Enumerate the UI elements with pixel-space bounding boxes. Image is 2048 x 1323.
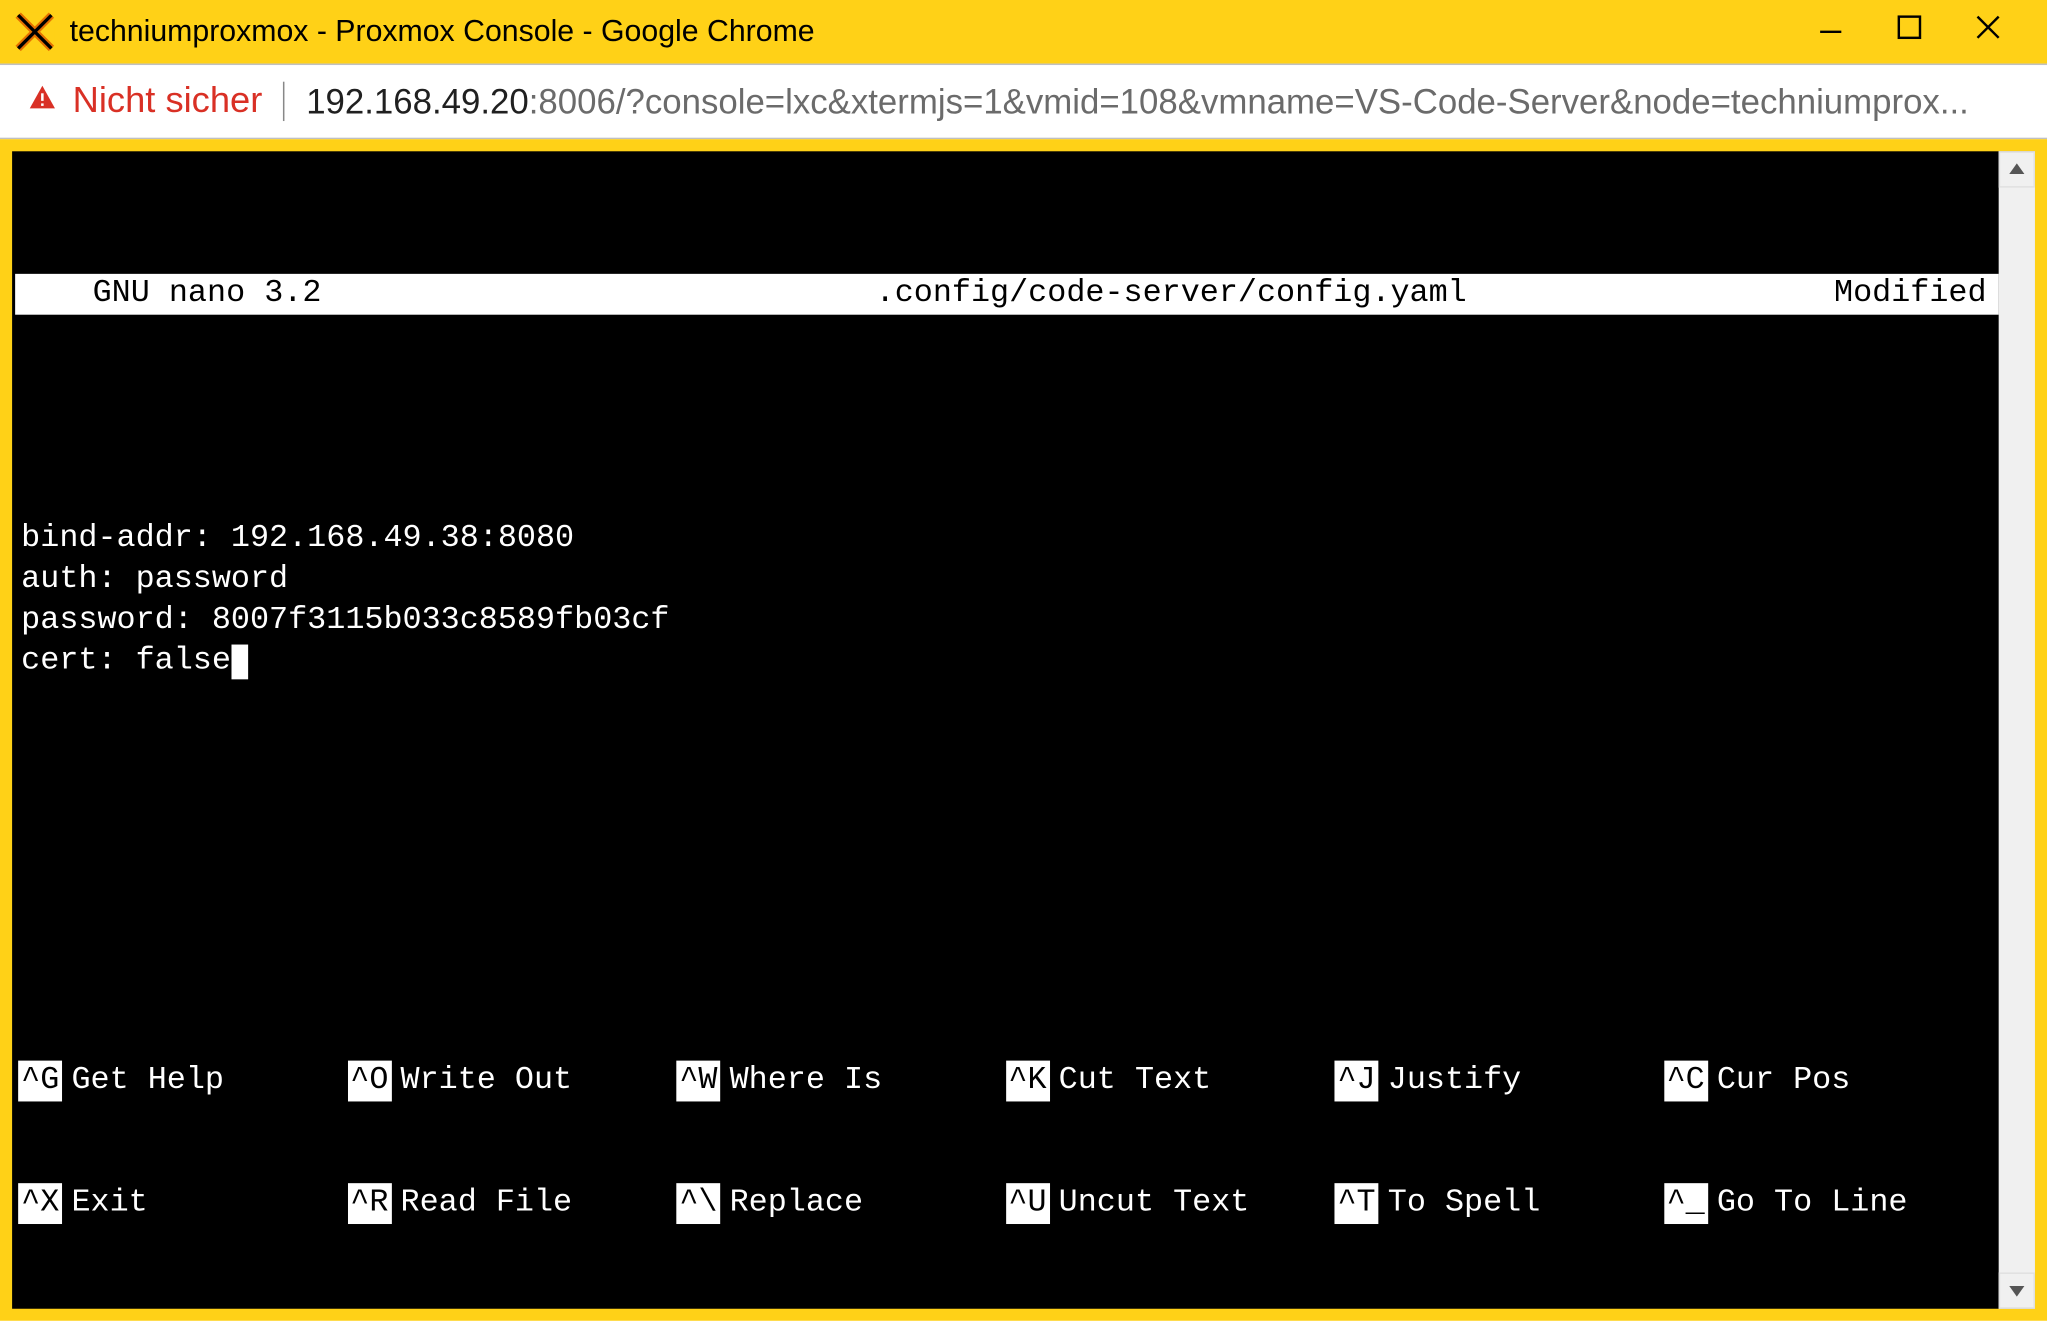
nano-shortcut-key: ^O [347,1061,391,1102]
insecure-icon [27,83,57,119]
editor-line: cert: false [21,642,1992,683]
text-cursor [231,645,248,680]
nano-shortcut-label: Uncut Text [1059,1183,1250,1224]
nano-shortcut-key: ^R [347,1183,391,1224]
scroll-down-icon[interactable] [1999,1272,2035,1308]
proxmox-icon [15,12,54,51]
nano-modified-status: Modified [1834,274,1996,315]
nano-shortcut-key: ^X [18,1183,62,1224]
nano-shortcut: ^JJustify [1334,1061,1663,1102]
nano-shortcut: ^_Go To Line [1664,1183,1993,1224]
nano-editor-body[interactable]: bind-addr: 192.168.49.38:8080auth: passw… [15,519,1999,682]
nano-shortcut-key: ^\ [676,1183,720,1224]
window-close-icon[interactable] [1974,14,2001,50]
nano-shortcut: ^RRead File [347,1183,676,1224]
address-bar[interactable]: Nicht sicher 192.168.49.20:8006/?console… [0,64,2047,140]
nano-shortcut: ^KCut Text [1005,1061,1334,1102]
editor-line: auth: password [21,560,1992,601]
terminal-scrollbar[interactable] [1999,151,2035,1308]
nano-shortcut-label: Exit [71,1183,147,1224]
url-host: 192.168.49.20 [306,81,529,120]
nano-shortcut-key: ^G [18,1061,62,1102]
nano-shortcut-key: ^U [1005,1183,1049,1224]
nano-shortcut-label: Read File [401,1183,573,1224]
security-status-text: Nicht sicher [73,80,263,122]
url-port: :8006 [529,81,616,120]
nano-shortcut-key: ^T [1334,1183,1378,1224]
scroll-up-icon[interactable] [1999,151,2035,187]
editor-line: bind-addr: 192.168.49.38:8080 [21,519,1992,560]
nano-shortcut-label: Go To Line [1717,1183,1908,1224]
url-text[interactable]: 192.168.49.20:8006/?console=lxc&xtermjs=… [306,81,2029,122]
nano-shortcut-label: Cut Text [1059,1061,1212,1102]
nano-shortcut: ^TTo Spell [1334,1183,1663,1224]
window-title: techniumproxmox - Proxmox Console - Goog… [70,14,1796,49]
nano-shortcut-label: To Spell [1388,1183,1541,1224]
nano-shortcut-label: Replace [730,1183,863,1224]
editor-line: password: 8007f3115b033c8589fb03cf [21,601,1992,642]
nano-shortcut: ^OWrite Out [347,1061,676,1102]
nano-shortcut: ^GGet Help [18,1061,347,1102]
nano-shortcut-label: Where Is [730,1061,883,1102]
nano-shortcut: ^UUncut Text [1005,1183,1334,1224]
window-titlebar: techniumproxmox - Proxmox Console - Goog… [0,0,2047,64]
nano-shortcut-label: Cur Pos [1717,1061,1850,1102]
window-minimize-icon[interactable] [1817,14,1844,50]
nano-shortcut-key: ^C [1664,1061,1708,1102]
nano-shortcut-label: Write Out [401,1061,573,1102]
nano-shortcut-key: ^W [676,1061,720,1102]
nano-shortcut: ^\Replace [676,1183,1005,1224]
nano-shortcut-key: ^K [1005,1061,1049,1102]
url-path: /?console=lxc&xtermjs=1&vmid=108&vmname=… [616,81,1969,120]
divider [283,82,285,121]
nano-shortcut: ^CCur Pos [1664,1061,1993,1102]
nano-shortcut-key: ^J [1334,1061,1378,1102]
nano-shortcut-label: Get Help [71,1061,224,1102]
window-maximize-icon[interactable] [1896,14,1923,50]
nano-shortcut: ^XExit [18,1183,347,1224]
scroll-track[interactable] [1999,188,2035,1273]
nano-app-name: GNU nano 3.2 [18,274,508,315]
nano-file-name: .config/code-server/config.yaml [508,274,1834,315]
nano-title-bar: GNU nano 3.2 .config/code-server/config.… [15,274,1999,315]
nano-shortcut-bar: ^GGet Help^OWrite Out^WWhere Is^KCut Tex… [12,979,1999,1309]
nano-shortcut: ^WWhere Is [676,1061,1005,1102]
nano-shortcut-label: Justify [1388,1061,1521,1102]
terminal[interactable]: GNU nano 3.2 .config/code-server/config.… [12,151,1999,1308]
nano-shortcut-key: ^_ [1664,1183,1708,1224]
